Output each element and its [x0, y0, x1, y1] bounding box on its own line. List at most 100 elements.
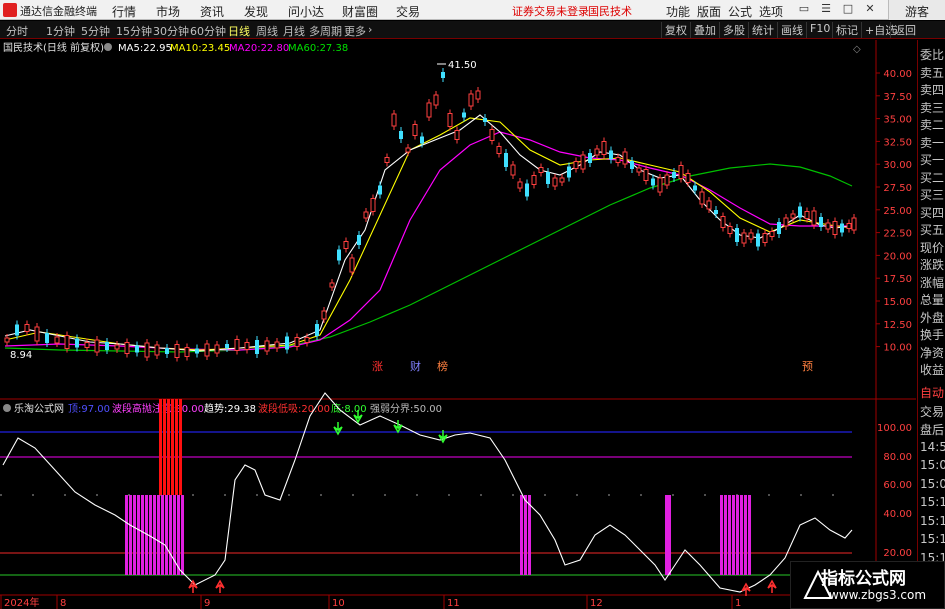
candle-body — [124, 342, 130, 354]
guest-button[interactable]: 游客 — [888, 0, 945, 20]
period-30min[interactable]: 30分钟 — [153, 23, 189, 39]
indicator-settings-icon[interactable] — [3, 404, 11, 412]
indicator-bar-magenta — [732, 495, 735, 575]
chart-settings-icon[interactable] — [104, 43, 112, 51]
sidebar-time-label: 14:57 — [920, 439, 945, 454]
toolbar-mark[interactable]: 标记 — [832, 22, 861, 38]
period-daily[interactable]: 日线 — [228, 23, 250, 39]
menu-item-discover[interactable]: 发现 — [244, 3, 268, 20]
event-marker-limit-up[interactable]: 涨 — [372, 360, 383, 373]
candle-body — [657, 177, 663, 193]
indicator-bar-red — [163, 399, 166, 495]
candle-body — [580, 154, 586, 170]
indicator-bar-magenta — [129, 495, 132, 575]
buy-arrow-icon — [741, 582, 751, 596]
indicator-mid-legend: 强弱分界:50.00 — [370, 403, 442, 415]
toolbar-stats[interactable]: 统计 — [748, 22, 777, 38]
y-tick-label: 25.00 — [883, 206, 912, 217]
toolbar-draw[interactable]: 画线 — [777, 22, 806, 38]
minimize-icon[interactable]: ▭ — [794, 2, 814, 18]
candle-body — [559, 177, 565, 183]
candle-body — [441, 72, 445, 78]
event-marker-finance[interactable]: 财 — [410, 359, 421, 373]
menu-item-options[interactable]: 选项 — [759, 3, 783, 20]
candle-body — [54, 336, 60, 344]
close-icon[interactable]: ✕ — [860, 2, 880, 18]
toolbar-f10[interactable]: F10 — [806, 22, 833, 38]
toolbar-overlay[interactable]: 叠加 — [690, 22, 719, 38]
candle-body — [706, 200, 712, 210]
candle-body — [622, 151, 628, 165]
ma10-legend: MA10:23.45 — [170, 43, 230, 54]
indicator-bar-magenta — [524, 495, 527, 575]
event-marker-board[interactable]: 榜 — [437, 359, 448, 373]
candle-body — [643, 169, 649, 181]
period-more[interactable]: 更多 — [344, 23, 366, 39]
expand-icon[interactable]: ◇ — [853, 44, 861, 55]
candle-body — [4, 337, 10, 343]
indicator-top-legend: 顶:97.00 — [68, 403, 110, 415]
indicator-bar-magenta — [724, 495, 727, 575]
sidebar-quote-label: 委比 — [920, 48, 945, 62]
y-tick-label: 22.50 — [883, 229, 912, 240]
candle-body — [552, 177, 558, 187]
candle-body — [525, 183, 529, 197]
candle-body — [337, 249, 341, 261]
maximize-icon[interactable]: □ — [838, 2, 858, 18]
candle-body — [154, 344, 160, 356]
more-chevron-icon[interactable]: › — [368, 23, 372, 36]
candle-body — [651, 178, 655, 186]
menu-item-news[interactable]: 资讯 — [200, 3, 224, 20]
y-tick-label: 10.00 — [883, 343, 912, 354]
chart-area[interactable]: 国民技术(日线 前复权) MA5:22.95 MA10:23.45 MA20:2… — [0, 40, 916, 609]
sidebar-quote-label: 买一 — [920, 153, 945, 167]
ma60-legend: MA60:27.38 — [288, 43, 348, 54]
candle-body — [426, 102, 432, 118]
indicator-bar-red — [179, 399, 182, 495]
candle-body — [531, 175, 537, 185]
menu-item-trade[interactable]: 交易 — [396, 3, 420, 20]
period-multi[interactable]: 多周期 — [309, 23, 342, 39]
sidebar-quote-label: 换手 — [920, 328, 945, 342]
candle-body — [504, 153, 508, 167]
menu-item-function[interactable]: 功能 — [666, 3, 690, 20]
period-5min[interactable]: 5分钟 — [81, 23, 110, 39]
candle-body — [475, 90, 481, 100]
period-monthly[interactable]: 月线 — [283, 23, 305, 39]
toolbar-back[interactable]: 返回 — [890, 22, 919, 38]
candle-body — [699, 191, 705, 205]
candle-body — [819, 217, 823, 227]
menu-item-ask[interactable]: 问小达 — [288, 3, 324, 20]
toolbar-adjust[interactable]: 复权 — [661, 22, 690, 38]
candlestick-series — [4, 68, 857, 362]
sidebar-time-label: 15:01 — [920, 476, 945, 491]
login-status[interactable]: 证券交易未登录 — [512, 3, 589, 19]
sidebar-mode-label[interactable]: 自动 — [920, 384, 944, 401]
period-60min[interactable]: 60分钟 — [190, 23, 226, 39]
window-menu-icon[interactable]: ☰ — [816, 2, 836, 18]
candle-body — [517, 181, 523, 189]
sidebar-quote-label: 外盘 — [920, 310, 945, 325]
event-marker-forecast[interactable]: 预 — [802, 360, 813, 373]
buy-arrow-icon — [767, 579, 777, 593]
period-intraday[interactable]: 分时 — [6, 23, 28, 39]
period-weekly[interactable]: 周线 — [256, 23, 278, 39]
candle-body — [294, 337, 300, 347]
sidebar-quote-label: 涨跌 — [920, 258, 945, 272]
period-bar: 分时 1分钟 5分钟 15分钟 30分钟 60分钟 日线 周线 月线 多周期 更… — [0, 21, 945, 39]
menu-item-layout[interactable]: 版面 — [697, 3, 721, 20]
candle-body — [777, 222, 781, 234]
candle-body — [84, 342, 90, 348]
menu-item-wealth[interactable]: 财富圈 — [342, 3, 378, 20]
sidebar-quote-label: 卖四 — [920, 83, 945, 97]
toolbar-multi-stock[interactable]: 多股 — [719, 22, 748, 38]
indicator-bars — [125, 399, 751, 575]
period-15min[interactable]: 15分钟 — [116, 23, 152, 39]
menu-item-market[interactable]: 市场 — [156, 3, 180, 20]
indicator-bar-red — [175, 399, 178, 495]
indicator-tick-label: 40.00 — [883, 509, 912, 520]
menu-item-quotes[interactable]: 行情 — [112, 3, 136, 20]
menu-item-formula[interactable]: 公式 — [728, 3, 752, 20]
period-1min[interactable]: 1分钟 — [46, 23, 75, 39]
sidebar-time-label: 15:00 — [920, 458, 945, 472]
